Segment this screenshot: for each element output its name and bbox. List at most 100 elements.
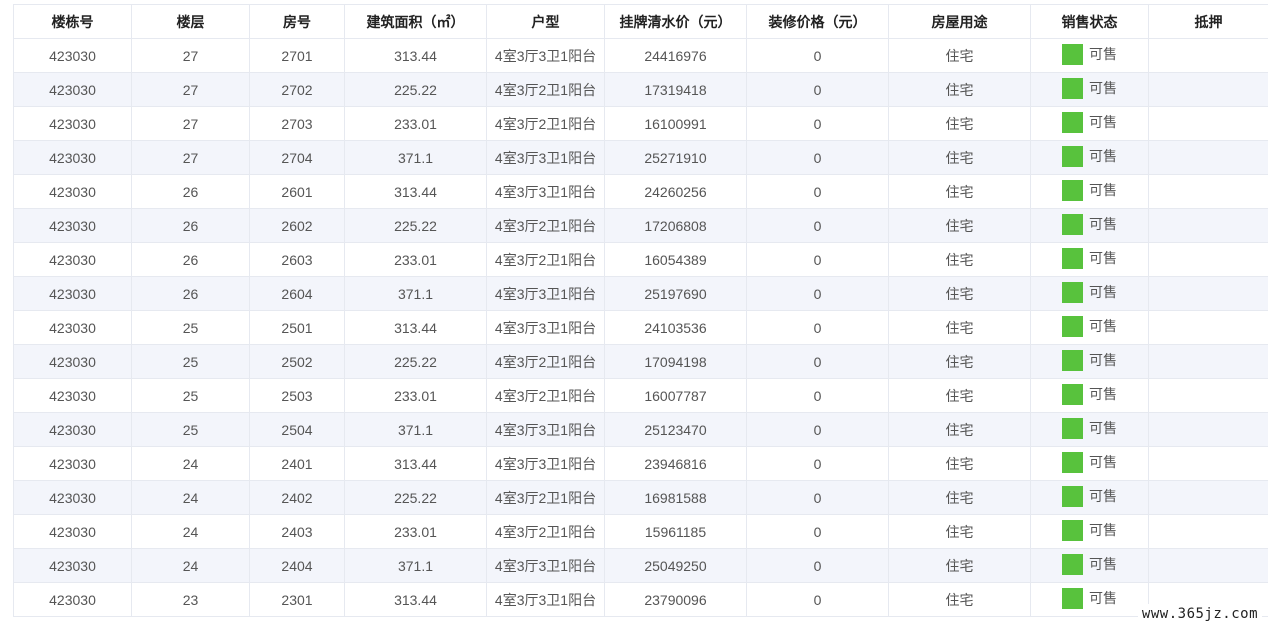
cell-floor: 27	[131, 72, 250, 107]
cell-decoration-price: 0	[746, 72, 889, 107]
cell-usage: 住宅	[888, 344, 1031, 379]
cell-layout: 4室3厅3卫1阳台	[486, 310, 605, 345]
status-square-icon	[1062, 281, 1083, 303]
cell-usage: 住宅	[888, 514, 1031, 549]
cell-usage: 住宅	[888, 174, 1031, 209]
status-square-icon	[1062, 213, 1083, 235]
cell-layout: 4室3厅2卫1阳台	[486, 378, 605, 413]
cell-mortgage	[1148, 72, 1268, 107]
cell-decoration-price: 0	[746, 582, 889, 617]
cell-area: 313.44	[344, 446, 487, 481]
cell-sale-status: 可售	[1030, 378, 1149, 413]
status-label: 可售	[1089, 522, 1117, 538]
cell-floor: 26	[131, 208, 250, 243]
cell-price: 23790096	[604, 582, 747, 617]
cell-decoration-price: 0	[746, 480, 889, 515]
cell-room: 2604	[249, 276, 345, 311]
header-layout: 户型	[486, 4, 605, 39]
sale-status-badge: 可售	[1062, 145, 1117, 167]
cell-area: 233.01	[344, 106, 487, 141]
cell-building: 423030	[13, 72, 132, 107]
cell-area: 225.22	[344, 480, 487, 515]
cell-decoration-price: 0	[746, 344, 889, 379]
sale-status-badge: 可售	[1062, 43, 1117, 65]
table-row: 423030 26 2604 371.1 4室3厅3卫1阳台 25197690 0 住宅 可售	[13, 276, 1268, 311]
cell-floor: 24	[131, 446, 250, 481]
cell-price: 16054389	[604, 242, 747, 277]
table-row: 423030 26 2603 233.01 4室3厅2卫1阳台 16054389 0 住宅 可售	[13, 242, 1268, 277]
table-row: 423030 27 2702 225.22 4室3厅2卫1阳台 17319418 0 住宅 可售	[13, 72, 1268, 107]
cell-usage: 住宅	[888, 548, 1031, 583]
status-square-icon	[1062, 553, 1083, 575]
cell-area: 313.44	[344, 174, 487, 209]
cell-price: 17206808	[604, 208, 747, 243]
cell-sale-status: 可售	[1030, 72, 1149, 107]
sale-status-badge: 可售	[1062, 553, 1117, 575]
cell-decoration-price: 0	[746, 242, 889, 277]
cell-building: 423030	[13, 38, 132, 73]
cell-mortgage	[1148, 548, 1268, 583]
cell-usage: 住宅	[888, 106, 1031, 141]
cell-price: 25123470	[604, 412, 747, 447]
cell-building: 423030	[13, 582, 132, 617]
cell-building: 423030	[13, 378, 132, 413]
status-square-icon	[1062, 519, 1083, 541]
sale-status-badge: 可售	[1062, 179, 1117, 201]
cell-layout: 4室3厅2卫1阳台	[486, 208, 605, 243]
cell-floor: 26	[131, 276, 250, 311]
cell-layout: 4室3厅2卫1阳台	[486, 72, 605, 107]
cell-building: 423030	[13, 310, 132, 345]
cell-price: 16007787	[604, 378, 747, 413]
cell-price: 24103536	[604, 310, 747, 345]
table-row: 423030 24 2401 313.44 4室3厅3卫1阳台 23946816 0 住宅 可售	[13, 446, 1268, 481]
cell-usage: 住宅	[888, 208, 1031, 243]
cell-usage: 住宅	[888, 72, 1031, 107]
status-label: 可售	[1089, 352, 1117, 368]
table-row: 423030 25 2504 371.1 4室3厅3卫1阳台 25123470 0 住宅 可售	[13, 412, 1268, 447]
cell-layout: 4室3厅3卫1阳台	[486, 582, 605, 617]
cell-building: 423030	[13, 514, 132, 549]
cell-building: 423030	[13, 480, 132, 515]
cell-decoration-price: 0	[746, 38, 889, 73]
cell-mortgage	[1148, 38, 1268, 73]
status-square-icon	[1062, 451, 1083, 473]
status-square-icon	[1062, 77, 1083, 99]
sale-status-badge: 可售	[1062, 519, 1117, 541]
cell-sale-status: 可售	[1030, 514, 1149, 549]
header-floor: 楼层	[131, 4, 250, 39]
cell-mortgage	[1148, 140, 1268, 175]
header-decoration-price: 装修价格（元）	[746, 4, 889, 39]
cell-price: 24416976	[604, 38, 747, 73]
cell-room: 2501	[249, 310, 345, 345]
header-usage: 房屋用途	[888, 4, 1031, 39]
sale-status-badge: 可售	[1062, 281, 1117, 303]
cell-layout: 4室3厅3卫1阳台	[486, 446, 605, 481]
cell-price: 17319418	[604, 72, 747, 107]
cell-decoration-price: 0	[746, 514, 889, 549]
cell-floor: 26	[131, 242, 250, 277]
table-row: 423030 24 2403 233.01 4室3厅2卫1阳台 15961185 0 住宅 可售	[13, 514, 1268, 549]
cell-room: 2404	[249, 548, 345, 583]
status-square-icon	[1062, 43, 1083, 65]
cell-mortgage	[1148, 344, 1268, 379]
cell-sale-status: 可售	[1030, 208, 1149, 243]
status-square-icon	[1062, 417, 1083, 439]
cell-building: 423030	[13, 242, 132, 277]
header-sale-status: 销售状态	[1030, 4, 1149, 39]
cell-decoration-price: 0	[746, 310, 889, 345]
cell-price: 16981588	[604, 480, 747, 515]
cell-room: 2602	[249, 208, 345, 243]
cell-layout: 4室3厅2卫1阳台	[486, 106, 605, 141]
cell-decoration-price: 0	[746, 208, 889, 243]
status-label: 可售	[1089, 386, 1117, 402]
cell-layout: 4室3厅3卫1阳台	[486, 38, 605, 73]
cell-price: 16100991	[604, 106, 747, 141]
cell-area: 313.44	[344, 38, 487, 73]
sale-status-badge: 可售	[1062, 587, 1117, 609]
cell-area: 371.1	[344, 548, 487, 583]
table-row: 423030 26 2602 225.22 4室3厅2卫1阳台 17206808 0 住宅 可售	[13, 208, 1268, 243]
cell-area: 371.1	[344, 276, 487, 311]
cell-layout: 4室3厅3卫1阳台	[486, 548, 605, 583]
cell-sale-status: 可售	[1030, 548, 1149, 583]
table-row: 423030 25 2502 225.22 4室3厅2卫1阳台 17094198 0 住宅 可售	[13, 344, 1268, 379]
